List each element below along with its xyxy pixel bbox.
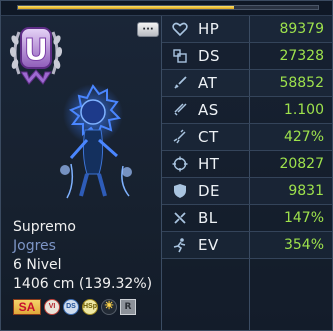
stat-label: EV [198, 236, 219, 254]
stat-divider [249, 259, 250, 330]
top-bar [1, 1, 332, 16]
stat-label: HT [198, 155, 220, 173]
stat-row-ct: CT 427% [162, 124, 332, 151]
stat-label: CT [198, 128, 219, 146]
stat-divider [249, 205, 250, 231]
stat-value: 27328 [279, 48, 324, 64]
heart-icon [172, 22, 188, 37]
stats-table: HP 89379 DS 27328 AT 58852 AS 1.100 CT 4… [161, 16, 332, 330]
stat-divider [249, 16, 250, 42]
stat-value: 20827 [279, 156, 324, 172]
critical-icon [173, 129, 186, 144]
character-height: 1406 cm (139.32%) [13, 276, 153, 292]
hsp-badge[interactable]: HSp [82, 299, 98, 315]
stat-divider [249, 43, 250, 69]
crosshair-icon [172, 156, 188, 172]
stat-value: 1.100 [283, 102, 324, 118]
stat-label: AT [198, 74, 218, 92]
block-icon [174, 212, 186, 224]
stats-empty-area [162, 259, 332, 330]
stat-label: AS [198, 101, 219, 119]
sa-badge[interactable]: SA [13, 299, 41, 315]
character-name: Supremo [13, 219, 76, 235]
stat-row-at: AT 58852 [162, 70, 332, 97]
stat-row-de: DE 9831 [162, 178, 332, 205]
character-portrait [60, 84, 132, 199]
stat-divider [249, 178, 250, 204]
stat-divider [249, 124, 250, 150]
stat-row-ht: HT 20827 [162, 151, 332, 178]
character-info: Supremo Jogres 6 Nivel 1406 cm (139.32%) [13, 218, 152, 294]
stat-label: BL [198, 209, 218, 227]
stat-row-ev: EV 354% [162, 232, 332, 259]
evade-icon [173, 238, 186, 253]
stat-label: HP [198, 20, 220, 38]
stat-divider [249, 151, 250, 177]
r-badge[interactable]: R [120, 299, 136, 315]
character-level: 6 Nivel [13, 257, 62, 273]
stat-row-as: AS 1.100 [162, 97, 332, 124]
character-status-window: U ··· Supremo Jogres 6 Nivel 1406 cm (13… [0, 0, 333, 331]
stat-value: 147% [283, 210, 324, 226]
digisoul-icon [173, 49, 187, 63]
stat-value: 354% [283, 237, 324, 253]
emblem-letter: U [24, 33, 48, 68]
stat-value: 58852 [279, 75, 324, 91]
character-panel: U ··· Supremo Jogres 6 Nivel 1406 cm (13… [1, 16, 161, 330]
stat-label: DE [198, 182, 221, 200]
stat-value: 427% [283, 129, 324, 145]
stat-divider [249, 232, 250, 258]
sword-icon [174, 76, 187, 89]
experience-bar-fill [18, 6, 234, 9]
stat-label: DS [198, 47, 221, 65]
chat-button-label: ··· [142, 23, 154, 35]
vi-badge[interactable]: VI [44, 299, 60, 315]
stat-divider [249, 97, 250, 123]
stat-value: 9831 [288, 183, 324, 199]
experience-bar [17, 5, 319, 10]
character-clan: Jogres [13, 238, 56, 254]
attack-speed-icon [174, 103, 187, 116]
ds-badge[interactable]: DS [63, 299, 79, 315]
sun-badge-icon[interactable]: ☀ [101, 299, 117, 315]
stat-row-ds: DS 27328 [162, 43, 332, 70]
shield-icon [174, 184, 186, 198]
stat-row-hp: HP 89379 [162, 16, 332, 43]
stat-row-bl: BL 147% [162, 205, 332, 232]
stat-value: 89379 [279, 21, 324, 37]
stat-divider [249, 70, 250, 96]
chat-bubble-icon[interactable]: ··· [137, 22, 159, 37]
badge-row: SA VI DS HSp ☀ R [13, 299, 136, 315]
